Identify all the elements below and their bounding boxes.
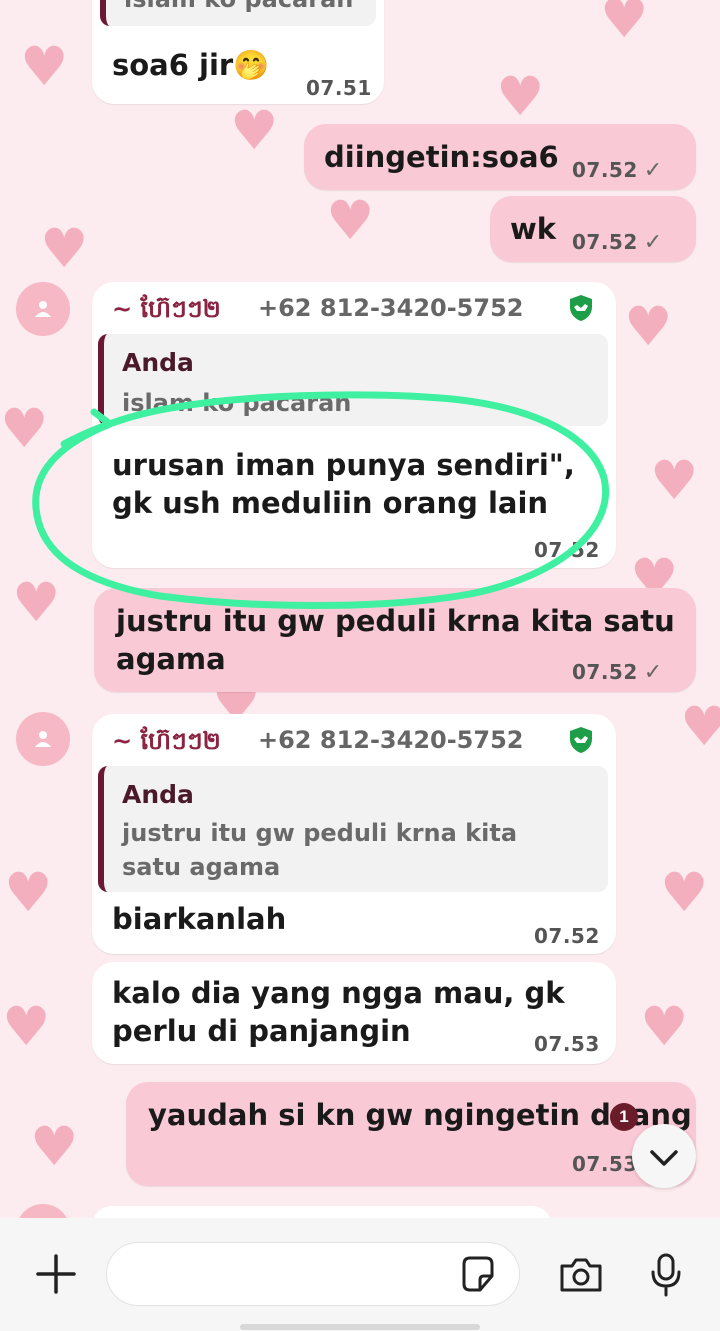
quoted-message-text: islam ko pacaran: [124, 0, 353, 16]
message-time: 07.51: [306, 76, 372, 100]
message-text: wk: [510, 212, 557, 246]
message-bubble-incoming[interactable]: ~ ហ៊ែៗៗ២ +62 812-3420-5752 Anda islam ko…: [92, 282, 616, 568]
message-time: 07.53: [534, 1032, 600, 1056]
heart-decoration: ♥: [624, 295, 673, 358]
message-text-line: gk ush meduliin orang lain: [112, 486, 549, 520]
camera-icon[interactable]: [558, 1256, 604, 1294]
heart-decoration: ♥: [600, 0, 649, 50]
message-text: diingetin:soa6: [324, 140, 559, 174]
heart-decoration: ♥: [326, 189, 375, 252]
sender-phone[interactable]: +62 812-3420-5752: [258, 294, 523, 322]
message-time: 07.52: [534, 538, 600, 562]
sender-avatar[interactable]: [16, 712, 70, 766]
message-text: biarkanlah: [112, 902, 287, 936]
quoted-message[interactable]: Anda islam ko pacaran: [98, 334, 608, 426]
person-icon: [35, 731, 51, 747]
heart-decoration: ♥: [40, 217, 89, 280]
heart-decoration: ♥: [660, 861, 709, 924]
shield-icon: [570, 295, 592, 321]
message-text-line: kalo dia yang ngga mau, gk: [112, 976, 565, 1010]
message-text: urusan iman punya sendiri", gk ush medul…: [112, 446, 575, 522]
message-bubble-incoming[interactable]: islam ko pacaran soa6 jir🤭 07.51: [92, 0, 384, 104]
heart-decoration: ♥: [0, 397, 49, 460]
heart-decoration: ♥: [2, 995, 51, 1058]
heart-decoration: ♥: [680, 695, 720, 758]
heart-decoration: ♥: [12, 571, 61, 634]
message-bubble-outgoing[interactable]: diingetin:soa6 07.52 ✓: [304, 124, 696, 190]
quoted-message[interactable]: Anda justru itu gw peduli krna kita satu…: [98, 766, 608, 892]
sender-avatar[interactable]: [16, 282, 70, 336]
message-text-content: soa6 jir: [112, 48, 234, 82]
message-text: soa6 jir🤭: [112, 46, 269, 84]
sender-phone[interactable]: +62 812-3420-5752: [258, 726, 523, 754]
quoted-message-author: Anda: [122, 780, 194, 809]
quoted-message-text-line: justru itu gw peduli krna kita: [122, 819, 518, 847]
message-time: 07.52: [534, 924, 600, 948]
read-check-icon: ✓: [643, 660, 663, 685]
message-time: 07.52 ✓: [572, 158, 663, 183]
message-text-line: perlu di panjangin: [112, 1014, 411, 1048]
sender-name[interactable]: ~ ហ៊ែៗៗ២: [112, 295, 221, 323]
plus-icon[interactable]: [34, 1252, 78, 1296]
heart-decoration: ♥: [230, 99, 279, 162]
message-time-value: 07.52: [572, 660, 638, 684]
face-with-hand-over-mouth-emoji: 🤭: [233, 48, 270, 82]
message-text-line: justru itu gw peduli krna kita satu: [116, 604, 675, 638]
composer-bar: [0, 1218, 720, 1331]
message-text: kalo dia yang ngga mau, gk perlu di panj…: [112, 974, 565, 1050]
message-bubble-incoming[interactable]: kalo dia yang ngga mau, gk perlu di panj…: [92, 962, 616, 1064]
message-bubble-outgoing[interactable]: wk 07.52 ✓: [490, 196, 696, 262]
sender-name[interactable]: ~ ហ៊ែៗៗ២: [112, 727, 221, 755]
message-text-line: urusan iman punya sendiri",: [112, 448, 575, 482]
scroll-to-bottom-button[interactable]: [632, 1124, 696, 1188]
quoted-message-text-line: satu agama: [122, 853, 281, 881]
microphone-icon[interactable]: [648, 1252, 684, 1298]
message-bubble-outgoing[interactable]: yaudah si kn gw ngingetin doang 07.53: [126, 1082, 696, 1186]
quoted-message-text: justru itu gw peduli krna kita satu agam…: [122, 816, 517, 884]
quoted-message-author: Anda: [122, 348, 194, 377]
shield-icon: [570, 727, 592, 753]
chevron-down-icon: [650, 1150, 678, 1166]
heart-decoration: ♥: [496, 65, 545, 128]
sender-header: ~ ហ៊ែៗៗ២ +62 812-3420-5752: [112, 294, 523, 329]
message-time: 07.52 ✓: [572, 660, 663, 685]
message-bubble-outgoing[interactable]: justru itu gw peduli krna kita satu agam…: [94, 588, 696, 692]
heart-decoration: ♥: [30, 1115, 79, 1178]
message-time-value: 07.52: [572, 158, 638, 182]
message-time: 07.53: [572, 1152, 638, 1176]
home-indicator: [240, 1324, 480, 1330]
message-bubble-incoming[interactable]: ~ ហ៊ែៗៗ២ +62 812-3420-5752 Anda justru i…: [92, 714, 616, 954]
sticker-icon[interactable]: [458, 1254, 498, 1294]
sender-header: ~ ហ៊ែៗៗ២ +62 812-3420-5752: [112, 726, 523, 761]
quoted-message-text: islam ko pacaran: [122, 389, 352, 417]
person-icon: [35, 301, 51, 317]
message-time-value: 07.52: [572, 230, 638, 254]
heart-decoration: ♥: [640, 995, 689, 1058]
read-check-icon: ✓: [643, 158, 663, 183]
unread-count-badge: 1: [610, 1103, 638, 1131]
heart-decoration: ♥: [650, 449, 699, 512]
heart-decoration: ♥: [20, 35, 69, 98]
message-time: 07.52 ✓: [572, 230, 663, 255]
read-check-icon: ✓: [643, 230, 663, 255]
quoted-message[interactable]: islam ko pacaran: [100, 0, 376, 26]
heart-decoration: ♥: [4, 861, 53, 924]
